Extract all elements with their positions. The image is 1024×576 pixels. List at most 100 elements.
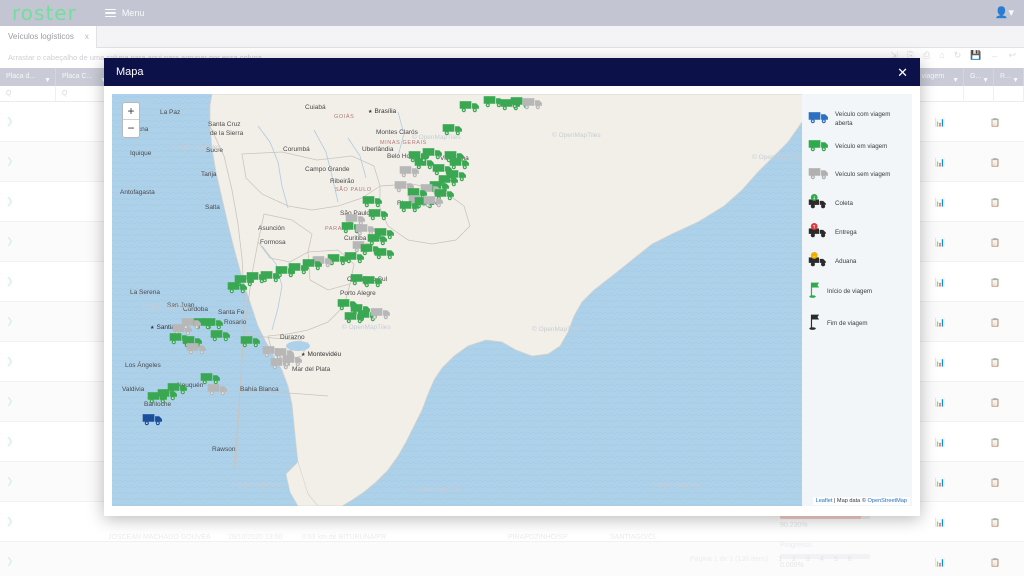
map-marker-truck-green[interactable]: [399, 199, 421, 213]
map-marker-truck-gray[interactable]: [282, 353, 304, 367]
leaflet-map[interactable]: + − La PazTacnaIquiqueAntofagastaSaltaTa…: [112, 94, 912, 506]
back-icon[interactable]: ←: [990, 50, 999, 61]
map-marker-truck-gray[interactable]: [370, 306, 392, 320]
map-marker-truck-gray[interactable]: [399, 164, 421, 178]
undo-icon[interactable]: ↩: [1008, 50, 1016, 61]
legend-item-2: Veículo sem viagem: [808, 166, 912, 185]
expand-icon[interactable]: ❯: [6, 316, 14, 327]
zoom-out-button[interactable]: −: [123, 120, 139, 137]
chart-icon[interactable]: 📊: [935, 358, 945, 367]
search-input-8[interactable]: [964, 86, 994, 102]
chart-icon[interactable]: 📊: [935, 518, 945, 527]
close-icon[interactable]: x: [85, 26, 89, 48]
chart-icon[interactable]: 📊: [935, 158, 945, 167]
clipboard-icon[interactable]: 📋: [990, 238, 1000, 247]
pagination: Página 1 de 1 (136 itens) 1 2 3 4 5 6: [690, 556, 852, 563]
search-input-9[interactable]: [994, 86, 1024, 102]
refresh-icon[interactable]: ↻: [954, 50, 962, 61]
clipboard-icon[interactable]: 📋: [990, 358, 1000, 367]
map-attribution: Leaflet | Map data © OpenStreetMap: [812, 497, 910, 505]
map-marker-truck-green[interactable]: [362, 274, 384, 288]
chart-icon[interactable]: 📊: [935, 558, 945, 567]
clipboard-icon[interactable]: 📋: [990, 438, 1000, 447]
user-icon[interactable]: 👤▾: [995, 6, 1014, 19]
expand-icon[interactable]: ❯: [6, 276, 14, 287]
svg-text:↓: ↓: [812, 195, 816, 201]
map-marker-truck-gray[interactable]: [186, 341, 208, 355]
map-marker-truck-green[interactable]: [442, 122, 464, 136]
menu-button[interactable]: Menu: [104, 7, 144, 19]
app-logo: roster: [12, 1, 77, 25]
print-icon[interactable]: ⎙: [923, 50, 930, 61]
expand-icon[interactable]: ❯: [6, 116, 14, 127]
page-4[interactable]: 4: [820, 556, 824, 563]
clipboard-icon[interactable]: 📋: [990, 118, 1000, 127]
chart-icon[interactable]: 📊: [935, 278, 945, 287]
map-marker-truck-green[interactable]: [210, 328, 232, 342]
chart-icon[interactable]: 📊: [935, 118, 945, 127]
clipboard-icon[interactable]: 📋: [990, 398, 1000, 407]
clipboard-icon[interactable]: 📋: [990, 558, 1000, 567]
map-marker-truck-gray[interactable]: [207, 382, 229, 396]
map-marker-truck-green[interactable]: [240, 334, 262, 348]
home-icon[interactable]: ⌂: [939, 50, 944, 61]
openstreetmap-link[interactable]: OpenStreetMap: [868, 498, 908, 504]
map-marker-truck-green[interactable]: [459, 99, 481, 113]
expand-icon[interactable]: ❯: [6, 476, 14, 487]
map-marker-truck-gray[interactable]: [423, 194, 445, 208]
expand-icon[interactable]: ❯: [6, 196, 14, 207]
clipboard-icon[interactable]: 📋: [990, 318, 1000, 327]
map-marker-truck-green[interactable]: [147, 390, 169, 404]
map-marker-truck-green[interactable]: [368, 207, 390, 221]
map-basemap: [112, 94, 912, 506]
save-icon[interactable]: 💾: [970, 50, 981, 61]
expand-icon[interactable]: ❯: [6, 556, 14, 567]
map-marker-truck-green[interactable]: [362, 194, 384, 208]
pagination-info: Página 1 de 1 (136 itens): [690, 556, 769, 563]
chart-icon[interactable]: 📊: [935, 478, 945, 487]
clipboard-icon[interactable]: 📋: [990, 278, 1000, 287]
expand-icon[interactable]: ❯: [6, 516, 14, 527]
leaflet-link[interactable]: Leaflet: [816, 498, 833, 504]
clipboard-icon[interactable]: 📋: [990, 198, 1000, 207]
column-header-0[interactable]: Placa d... ▼: [0, 68, 56, 86]
clipboard-icon[interactable]: 📋: [990, 518, 1000, 527]
map-marker-truck-green[interactable]: [344, 310, 366, 324]
expand-icon[interactable]: ❯: [6, 356, 14, 367]
truck-blue-icon: [808, 110, 830, 129]
page-1[interactable]: 1: [778, 556, 782, 563]
expand-icon[interactable]: ❯: [6, 436, 14, 447]
map-marker-truck-gray[interactable]: [181, 316, 203, 330]
map-marker-truck-green[interactable]: [227, 280, 249, 294]
expand-icon[interactable]: ❯: [6, 396, 14, 407]
page-6[interactable]: 6: [848, 556, 852, 563]
table-row[interactable]: JOSCEAN MACHADO GOUVEA 29/10/2020 13:50 …: [0, 528, 1024, 552]
map-marker-truck-blue[interactable]: [142, 412, 164, 426]
tab-veiculos-logisticos[interactable]: Veículos logísticos x: [0, 26, 97, 48]
expand-icon[interactable]: ❯: [6, 236, 14, 247]
column-header-9[interactable]: R... ▼: [994, 68, 1024, 86]
map-marker-truck-green[interactable]: [408, 149, 430, 163]
progress-value: 0.000%: [780, 562, 804, 569]
legend-item-0: Veículo com viagem aberta: [808, 110, 912, 129]
chart-icon[interactable]: 📊: [935, 198, 945, 207]
search-input-0[interactable]: Q: [0, 86, 56, 102]
map-marker-truck-green[interactable]: [374, 246, 396, 260]
legend-item-label: Veículo sem viagem: [835, 171, 891, 179]
close-icon[interactable]: ✕: [897, 66, 908, 79]
zoom-controls[interactable]: + −: [122, 102, 140, 138]
clipboard-icon[interactable]: 📋: [990, 158, 1000, 167]
expand-icon[interactable]: ❯: [6, 156, 14, 167]
cell-origin: PIRAPOZINHO/SP: [508, 534, 568, 541]
zoom-in-button[interactable]: +: [123, 103, 139, 120]
column-header-8[interactable]: G... ▼: [964, 68, 994, 86]
chart-icon[interactable]: 📊: [935, 438, 945, 447]
chart-icon[interactable]: 📊: [935, 318, 945, 327]
chart-icon[interactable]: 📊: [935, 398, 945, 407]
page-2[interactable]: 2: [792, 556, 796, 563]
chart-icon[interactable]: 📊: [935, 238, 945, 247]
clipboard-icon[interactable]: 📋: [990, 478, 1000, 487]
page-5[interactable]: 5: [834, 556, 838, 563]
page-3[interactable]: 3: [806, 556, 810, 563]
map-marker-truck-gray[interactable]: [522, 96, 544, 110]
